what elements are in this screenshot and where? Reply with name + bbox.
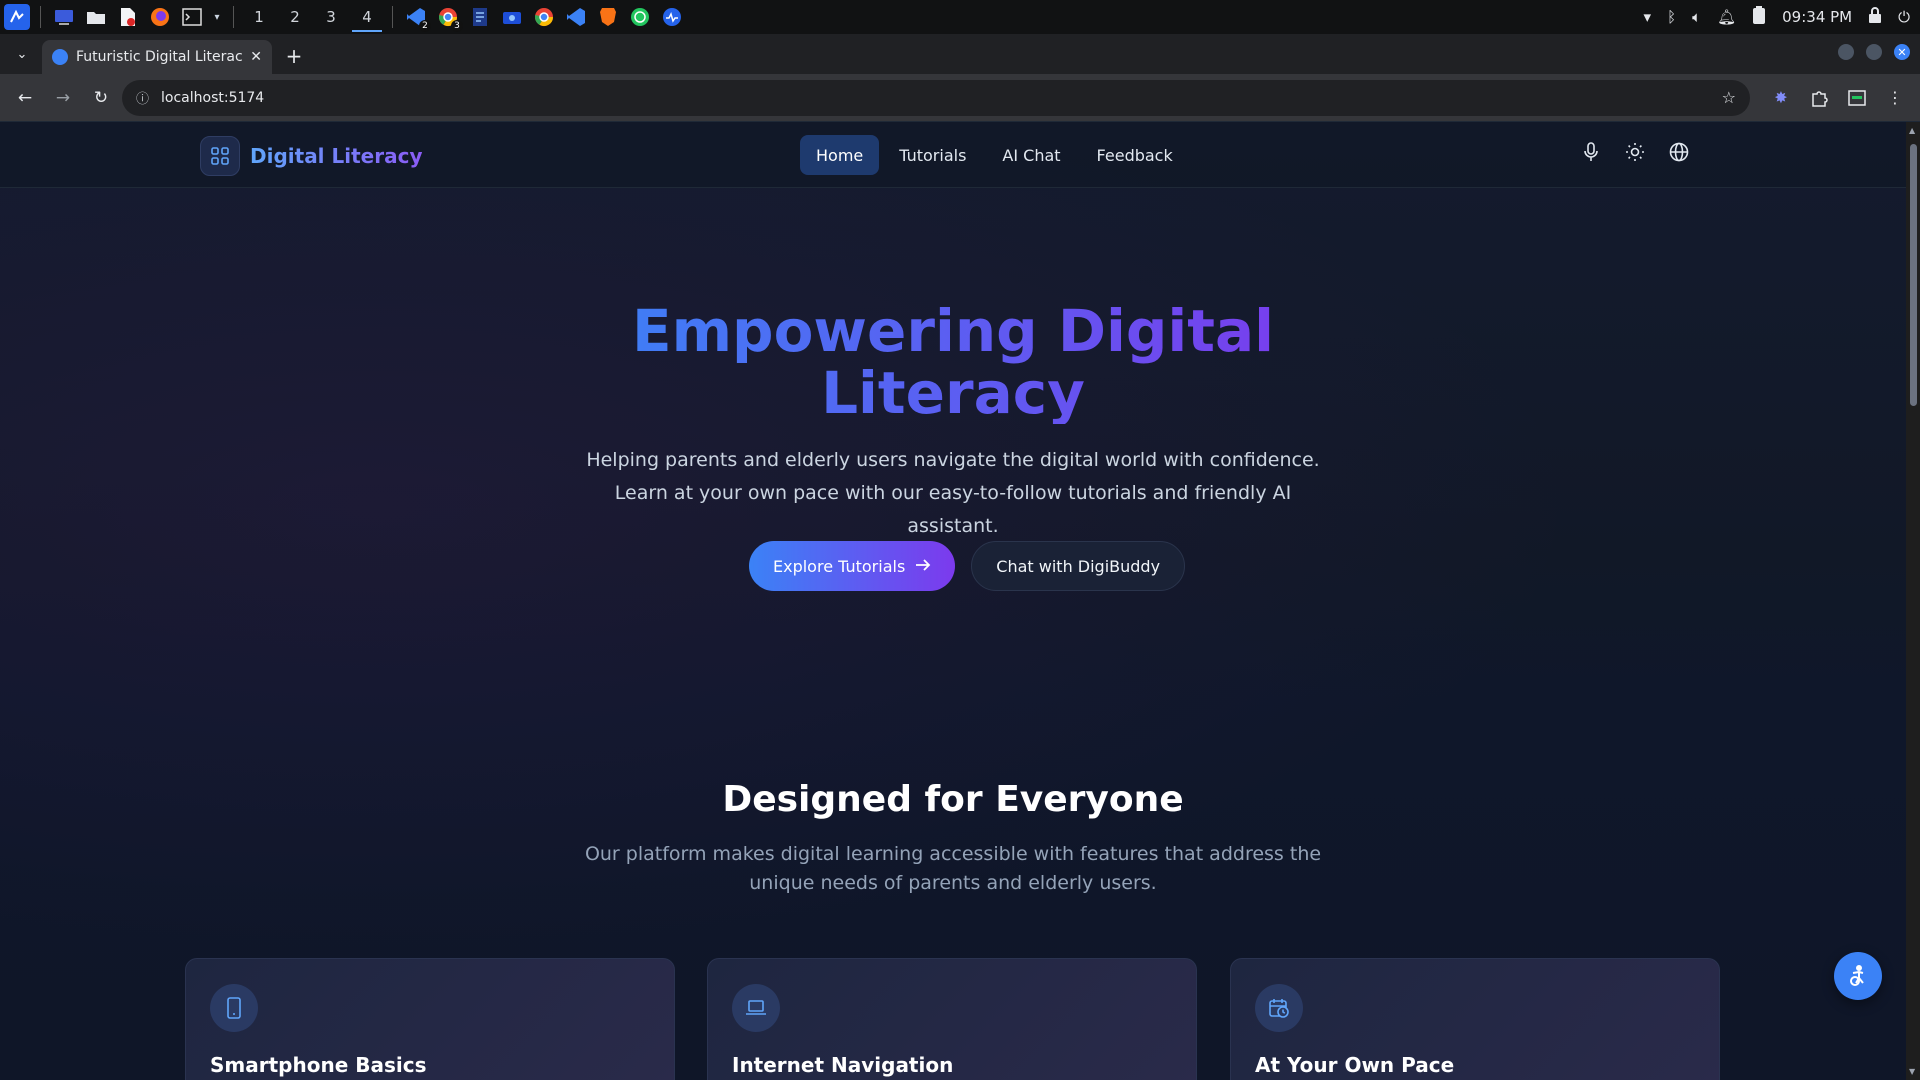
- system-monitor-icon[interactable]: [659, 4, 685, 30]
- main-nav: Home Tutorials AI Chat Feedback: [800, 135, 1189, 175]
- forward-arrow-icon[interactable]: →: [46, 81, 80, 115]
- vscode-icon[interactable]: [563, 4, 589, 30]
- hero-title-line2: Literacy: [821, 359, 1085, 427]
- explore-tutorials-button[interactable]: Explore Tutorials: [749, 541, 956, 591]
- new-tab-plus-icon[interactable]: +: [280, 42, 308, 70]
- bluetooth-icon[interactable]: ᛒ: [1667, 8, 1676, 26]
- site-info-icon[interactable]: ⓘ: [136, 88, 149, 107]
- microphone-icon[interactable]: [1578, 139, 1604, 165]
- chrome-icon[interactable]: [531, 4, 557, 30]
- terminal-icon[interactable]: [179, 4, 205, 30]
- features-subtitle: Our platform makes digital learning acce…: [584, 843, 1322, 894]
- scroll-down-arrow-icon[interactable]: ▼: [1909, 1067, 1915, 1076]
- hero-subtitle: Helping parents and elderly users naviga…: [586, 449, 1320, 537]
- browser-toolbar: ← → ↻ ⓘ localhost:5174 ☆ ✸ ⋮: [0, 74, 1920, 122]
- nav-tutorials[interactable]: Tutorials: [883, 135, 982, 175]
- accessibility-button[interactable]: [1834, 952, 1882, 1000]
- extensions-puzzle-icon[interactable]: [1802, 81, 1836, 115]
- document-viewer-icon[interactable]: [115, 4, 141, 30]
- taskbar-separator: [392, 6, 393, 28]
- notification-bell-icon[interactable]: 🔔︎: [1717, 8, 1736, 26]
- chat-digibuddy-button[interactable]: Chat with DigiBuddy: [971, 541, 1186, 591]
- sidebar-panel-icon[interactable]: [1840, 81, 1874, 115]
- browser-tab-active[interactable]: Futuristic Digital Literacy ✕: [42, 40, 272, 74]
- workspace-4[interactable]: 4: [352, 2, 382, 32]
- chevron-down-icon[interactable]: ▾: [211, 4, 223, 30]
- reload-icon[interactable]: ↻: [84, 81, 118, 115]
- chrome-icon[interactable]: 3: [435, 4, 463, 32]
- workspace-3[interactable]: 3: [316, 2, 346, 32]
- vscode-window-count: 2: [419, 20, 431, 32]
- close-tab-icon[interactable]: ✕: [250, 49, 262, 65]
- hero-title-line1: Empowering Digital: [632, 297, 1274, 365]
- bookmark-star-icon[interactable]: ☆: [1722, 88, 1736, 107]
- chrome-window-count: 3: [451, 20, 463, 32]
- text-editor-icon[interactable]: [467, 4, 493, 30]
- brave-icon[interactable]: [595, 4, 621, 30]
- address-bar[interactable]: ⓘ localhost:5174 ☆: [122, 79, 1750, 116]
- browser-tab-strip: ⌄ Futuristic Digital Literacy ✕ + ✕: [0, 34, 1920, 74]
- site-header: Digital Literacy Home Tutorials AI Chat …: [0, 122, 1906, 188]
- header-tools: [1578, 139, 1692, 165]
- scroll-thumb[interactable]: [1910, 144, 1917, 406]
- page-scrollbar[interactable]: ▲ ▼: [1906, 122, 1920, 1080]
- power-icon[interactable]: ⏻: [1898, 8, 1910, 26]
- grid-logo-icon: [200, 136, 240, 176]
- app-launcher-icon[interactable]: [4, 4, 30, 30]
- maximize-window-button[interactable]: [1866, 44, 1882, 60]
- tab-title: Futuristic Digital Literacy: [76, 49, 243, 65]
- desktop-icon[interactable]: [51, 4, 77, 30]
- url-text[interactable]: localhost:5174: [161, 90, 264, 106]
- workspace-2[interactable]: 2: [280, 2, 310, 32]
- workspace-1[interactable]: 1: [244, 2, 274, 32]
- vscode-icon[interactable]: 2: [403, 4, 431, 32]
- hero-cta-group: Explore Tutorials Chat with DigiBuddy: [749, 541, 1186, 591]
- explore-tutorials-label: Explore Tutorials: [773, 556, 906, 576]
- firefox-icon[interactable]: [147, 4, 173, 30]
- nav-ai-chat[interactable]: AI Chat: [986, 135, 1076, 175]
- taskbar-separator: [40, 6, 41, 28]
- brand[interactable]: Digital Literacy: [200, 136, 422, 176]
- window-controls: ✕: [1838, 44, 1910, 60]
- battery-icon[interactable]: [1752, 6, 1766, 28]
- tab-search-chevron-icon[interactable]: ⌄: [8, 40, 36, 68]
- back-arrow-icon[interactable]: ←: [8, 81, 42, 115]
- close-window-button[interactable]: ✕: [1894, 44, 1910, 60]
- system-tray: ▾ ᛒ 🔈︎ 🔔︎ 09:34 PM ⏻: [1644, 0, 1920, 34]
- sun-theme-icon[interactable]: [1622, 139, 1648, 165]
- minimize-window-button[interactable]: [1838, 44, 1854, 60]
- os-taskbar: ▾ 1 2 3 4 2 3 ▾ ᛒ 🔈︎ 🔔︎ 09:34 PM ⏻: [0, 0, 1920, 34]
- lock-icon[interactable]: [1868, 7, 1882, 27]
- volume-icon[interactable]: 🔈︎: [1692, 8, 1701, 26]
- whatsapp-icon[interactable]: [627, 4, 653, 30]
- arrow-right-icon: [915, 557, 931, 576]
- screenshot-tool-icon[interactable]: [499, 4, 525, 30]
- clock[interactable]: 09:34 PM: [1782, 8, 1852, 26]
- features-title: Designed for Everyone: [722, 779, 1184, 820]
- extension-icon[interactable]: ✸: [1764, 81, 1798, 115]
- brand-name[interactable]: Digital Literacy: [250, 144, 422, 168]
- wifi-icon[interactable]: ▾: [1644, 8, 1652, 26]
- taskbar-separator: [233, 6, 234, 28]
- file-manager-icon[interactable]: [83, 4, 109, 30]
- hero-title: Empowering Digital Literacy: [0, 300, 1906, 424]
- taskbar-left: ▾ 1 2 3 4 2 3: [0, 2, 685, 32]
- page-viewport: Digital Literacy Home Tutorials AI Chat …: [0, 122, 1906, 1080]
- nav-feedback[interactable]: Feedback: [1081, 135, 1189, 175]
- nav-home[interactable]: Home: [800, 135, 880, 175]
- browser-menu-icon[interactable]: ⋮: [1878, 81, 1912, 115]
- site-favicon-icon: [52, 49, 68, 65]
- scroll-up-arrow-icon[interactable]: ▲: [1909, 126, 1915, 135]
- globe-language-icon[interactable]: [1666, 139, 1692, 165]
